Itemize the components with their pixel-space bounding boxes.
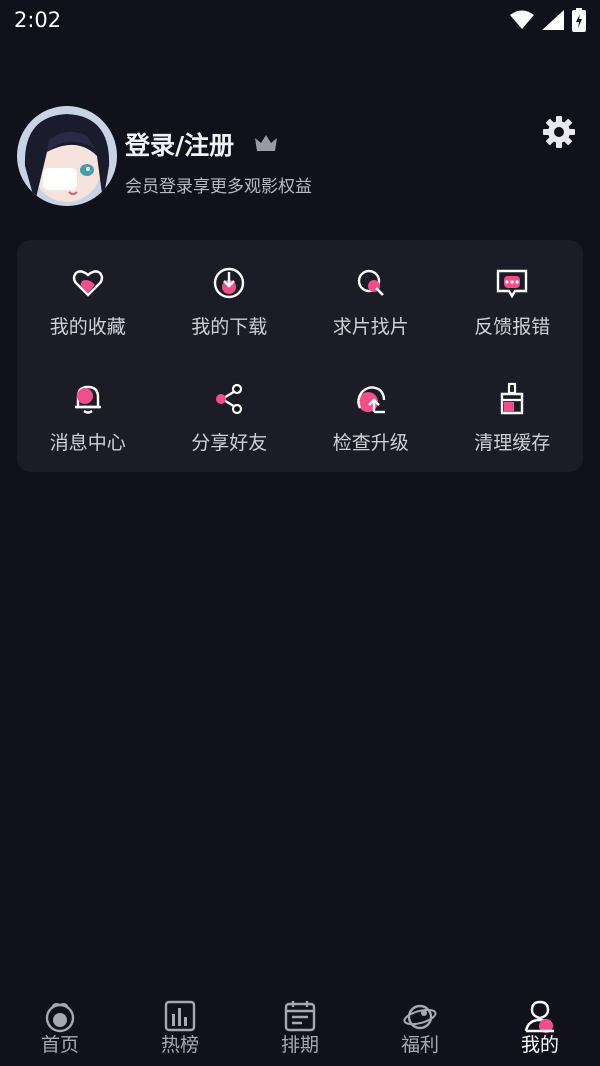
broom-icon — [501, 382, 524, 415]
menu-label: 我的下载 — [191, 316, 268, 338]
tab-label: 热榜 — [160, 1034, 199, 1056]
status-time: 2:02 — [14, 8, 62, 32]
menu-label: 检查升级 — [332, 432, 409, 454]
chart-icon — [164, 1000, 196, 1032]
login-register-link[interactable]: 登录/注册 — [125, 126, 234, 162]
status-icons — [510, 8, 586, 32]
tab-welfare[interactable]: 福利 — [360, 992, 480, 1066]
tab-schedule[interactable]: 排期 — [240, 992, 360, 1066]
tab-mine[interactable]: 我的 — [480, 992, 600, 1066]
status-bar: 2:02 — [0, 0, 600, 40]
wifi-icon — [510, 10, 534, 29]
function-card: 我的收藏 我的下载 求片找片 反馈报错 消息中心 分享好友 检查升级 清理缓存 — [17, 240, 583, 472]
share-icon — [216, 383, 243, 415]
tab-home[interactable]: 首页 — [0, 992, 120, 1066]
menu-share[interactable]: 分享好友 — [159, 356, 301, 472]
menu-label: 清理缓存 — [474, 432, 551, 454]
planet-icon — [403, 1004, 437, 1030]
menu-upgrade[interactable]: 检查升级 — [300, 356, 442, 472]
tab-hot-list[interactable]: 热榜 — [120, 992, 240, 1066]
tab-label: 福利 — [400, 1034, 439, 1056]
tab-label: 首页 — [40, 1034, 79, 1056]
heart-icon — [72, 270, 103, 297]
crown-icon — [255, 135, 277, 151]
menu-request-film[interactable]: 求片找片 — [300, 240, 442, 356]
menu-messages[interactable]: 消息中心 — [17, 356, 159, 472]
profile-header: 登录/注册 会员登录享更多观影权益 — [17, 106, 583, 206]
menu-label: 求片找片 — [332, 316, 409, 338]
menu-feedback[interactable]: 反馈报错 — [442, 240, 584, 356]
battery-icon — [572, 8, 586, 32]
menu-downloads[interactable]: 我的下载 — [159, 240, 301, 356]
menu-clear-cache[interactable]: 清理缓存 — [442, 356, 584, 472]
menu-label: 消息中心 — [49, 432, 126, 454]
home-icon — [45, 1003, 75, 1033]
menu-label: 我的收藏 — [49, 316, 126, 338]
profile-icon — [524, 1000, 554, 1033]
upgrade-icon — [356, 386, 385, 414]
bottom-tab-bar: 首页 热榜 排期 福利 我的 — [0, 992, 600, 1066]
tab-label: 我的 — [520, 1034, 559, 1056]
calendar-icon — [284, 1001, 316, 1032]
download-icon — [214, 267, 245, 299]
signal-icon — [542, 10, 564, 30]
menu-label: 分享好友 — [191, 432, 268, 454]
tab-label: 排期 — [280, 1034, 319, 1056]
menu-label: 反馈报错 — [474, 316, 551, 338]
menu-favorites[interactable]: 我的收藏 — [17, 240, 159, 356]
search-film-icon — [357, 269, 384, 296]
gear-icon[interactable] — [541, 114, 577, 150]
function-grid: 我的收藏 我的下载 求片找片 反馈报错 消息中心 分享好友 检查升级 清理缓存 — [17, 240, 583, 472]
avatar[interactable] — [17, 106, 117, 206]
feedback-icon — [497, 269, 528, 299]
bell-icon — [74, 385, 101, 414]
login-subtitle: 会员登录享更多观影权益 — [125, 177, 312, 197]
